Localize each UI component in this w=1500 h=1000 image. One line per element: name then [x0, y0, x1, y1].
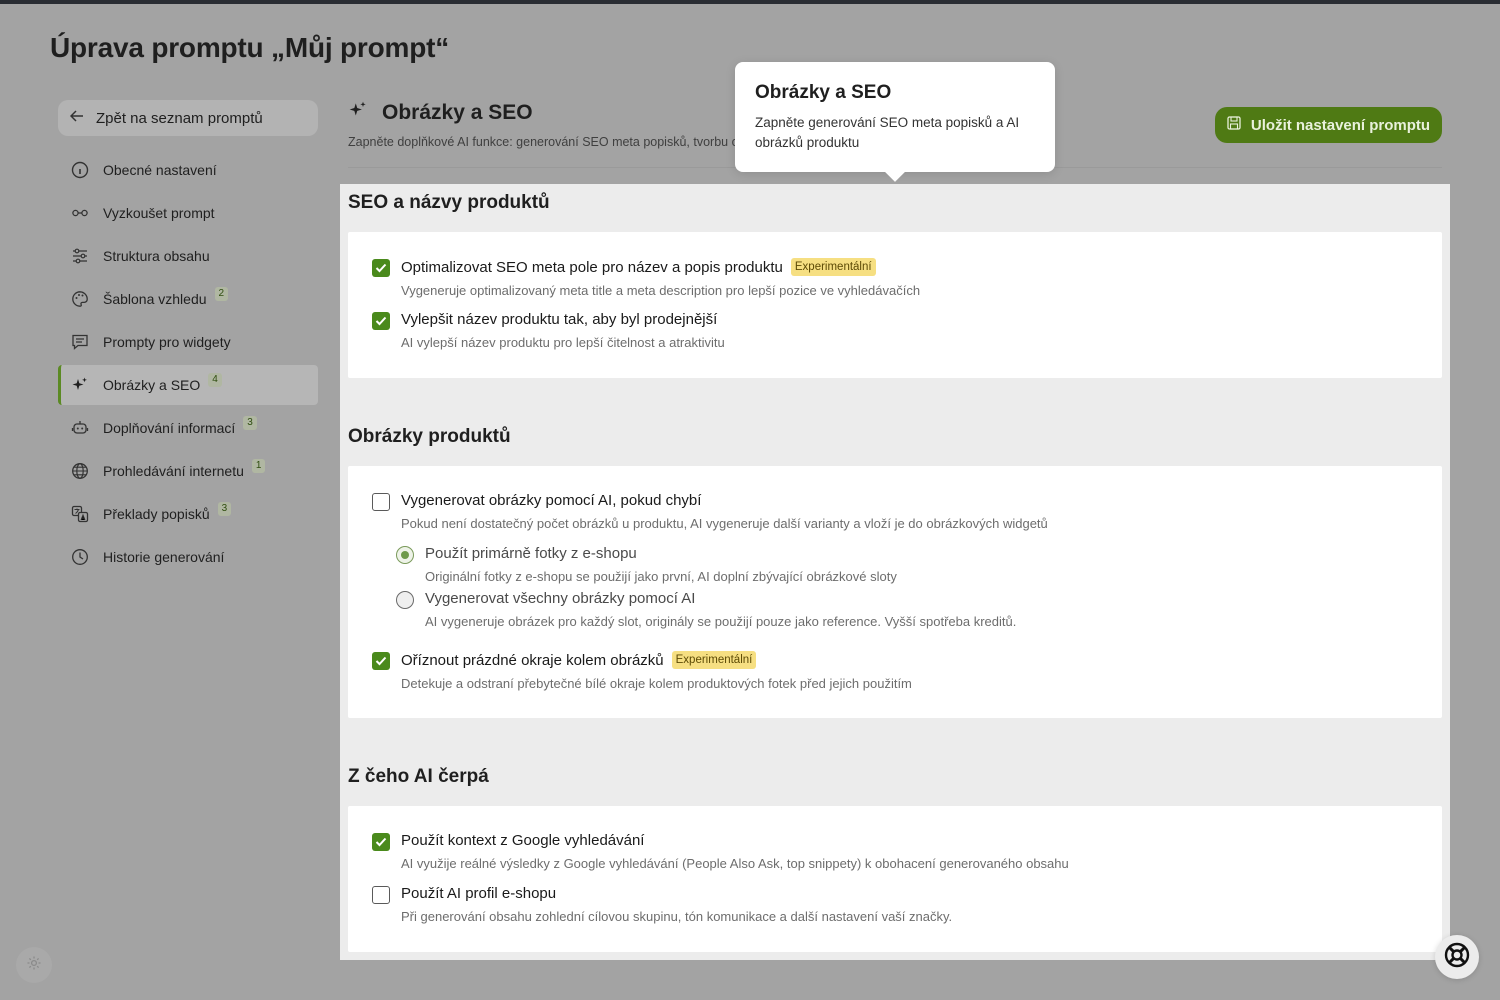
sliders-icon: [70, 246, 90, 266]
sidebar-item-label: Prohledávání internetu: [103, 463, 244, 479]
sidebar-item-web-search[interactable]: Prohledávání internetu 1: [58, 451, 318, 491]
option-label: Použít AI profil e-shopu: [401, 885, 557, 902]
sidebar-item-test[interactable]: Vyzkoušet prompt: [58, 193, 318, 233]
count-badge: 1: [251, 459, 266, 473]
option-label: Použít primárně fotky z e-shopu: [425, 545, 637, 562]
sidebar-item-history[interactable]: Historie generování: [58, 537, 318, 577]
images-card: Vygenerovat obrázky pomocí AI, pokud chy…: [348, 466, 1442, 718]
radio-primary-photos[interactable]: [396, 546, 414, 564]
sidebar-item-translations[interactable]: Překlady popisků 3: [58, 494, 318, 534]
group-title-seo: SEO a názvy produktů: [348, 192, 550, 213]
sidebar-item-label: Obrázky a SEO: [103, 377, 201, 393]
robot-icon: [70, 418, 90, 438]
settings-button[interactable]: [16, 947, 52, 983]
option-description: AI vygeneruje obrázek pro každý slot, or…: [425, 614, 1017, 629]
section-header: Obrázky a SEO Zapněte doplňkové AI funkc…: [348, 100, 743, 150]
option-generate-all: Vygenerovat všechny obrázky pomocí AI AI…: [396, 590, 1016, 629]
option-description: AI využije reálné výsledky z Google vyhl…: [401, 856, 1069, 871]
count-badge: 3: [217, 502, 232, 516]
checkbox-generate-images[interactable]: [372, 493, 390, 511]
back-button-label: Zpět na seznam promptů: [96, 109, 263, 127]
help-button[interactable]: [1435, 935, 1479, 979]
group-title-sources: Z čeho AI čerpá: [348, 766, 489, 787]
option-description: Originální fotky z e-shopu se použijí ja…: [425, 569, 897, 584]
sparkles-icon: [348, 100, 368, 125]
sidebar-item-label: Historie generování: [103, 549, 225, 565]
experimental-badge: Experimentální: [671, 651, 757, 669]
sidebar-item-label: Vyzkoušet prompt: [103, 205, 215, 221]
section-subtitle: Zapněte doplňkové AI funkce: generování …: [348, 135, 743, 149]
chat-icon: [70, 332, 90, 352]
checkbox-trim-borders[interactable]: [372, 652, 390, 670]
seo-card: Optimalizovat SEO meta pole pro název a …: [348, 232, 1442, 378]
back-to-prompts-button[interactable]: Zpět na seznam promptů: [58, 100, 318, 136]
option-label: Oříznout prázdné okraje kolem obrázků: [401, 651, 664, 669]
count-badge: 4: [208, 373, 222, 387]
sparkles-icon: [70, 375, 90, 395]
sidebar-nav: Obecné nastavení Vyzkoušet prompt Strukt…: [58, 150, 318, 580]
gear-icon: [26, 955, 42, 976]
option-label: Vygenerovat všechny obrázky pomocí AI: [425, 590, 696, 607]
tooltip: Obrázky a SEO Zapněte generování SEO met…: [735, 62, 1055, 182]
sidebar-item-label: Šablona vzhledu: [103, 291, 207, 307]
sidebar-item-label: Obecné nastavení: [103, 162, 217, 178]
glasses-icon: [70, 203, 90, 223]
sidebar-item-enrichment[interactable]: Doplňování informací 3: [58, 408, 318, 448]
checkbox-improve-name[interactable]: [372, 312, 390, 330]
option-ai-profile: Použít AI profil e-shopu Při generování …: [372, 885, 952, 924]
option-trim-borders: Oříznout prázdné okraje kolem obrázků Exp…: [372, 651, 912, 691]
option-primary-photos: Použít primárně fotky z e-shopu Originál…: [396, 545, 897, 584]
settings-panel: SEO a názvy produktů Optimalizovat SEO m…: [340, 184, 1450, 960]
sidebar-item-label: Překlady popisků: [103, 506, 210, 522]
option-google-context: Použít kontext z Google vyhledávání AI v…: [372, 832, 1069, 871]
history-icon: [70, 547, 90, 567]
radio-generate-all[interactable]: [396, 591, 414, 609]
sidebar-item-label: Struktura obsahu: [103, 248, 210, 264]
option-label: Vygenerovat obrázky pomocí AI, pokud chy…: [401, 492, 702, 509]
option-description: Pokud není dostatečný počet obrázků u pr…: [401, 516, 1048, 531]
option-label: Použít kontext z Google vyhledávání: [401, 832, 645, 849]
arrow-left-icon: [69, 109, 84, 127]
count-badge: 3: [243, 416, 257, 430]
sidebar-item-widgets[interactable]: Prompty pro widgety: [58, 322, 318, 362]
sources-card: Použít kontext z Google vyhledávání AI v…: [348, 806, 1442, 952]
lifebuoy-icon: [1444, 942, 1470, 973]
sidebar-item-label: Doplňování informací: [103, 420, 236, 436]
tooltip-arrow: [885, 162, 905, 182]
info-icon: [70, 160, 90, 180]
section-title: Obrázky a SEO: [382, 100, 533, 124]
save-button-label: Uložit nastavení promptu: [1250, 116, 1431, 134]
checkbox-seo-meta[interactable]: [372, 259, 390, 277]
checkbox-google-context[interactable]: [372, 833, 390, 851]
option-label: Vylepšit název produktu tak, aby byl pro…: [401, 311, 718, 328]
experimental-badge: Experimentální: [790, 258, 876, 276]
option-generate-images: Vygenerovat obrázky pomocí AI, pokud chy…: [372, 492, 1048, 531]
option-improve-name: Vylepšit název produktu tak, aby byl pro…: [372, 311, 725, 350]
option-description: Vygeneruje optimalizovaný meta title a m…: [401, 283, 921, 298]
tooltip-text: Zapněte generování SEO meta popisků a AI…: [755, 115, 1020, 150]
page-title: Úprava promptu „Můj prompt“: [50, 32, 450, 63]
save-icon: [1227, 116, 1241, 134]
sidebar-item-structure[interactable]: Struktura obsahu: [58, 236, 318, 276]
top-bar: [0, 0, 1500, 4]
option-seo-meta: Optimalizovat SEO meta pole pro název a …: [372, 258, 920, 298]
checkbox-ai-profile[interactable]: [372, 886, 390, 904]
sidebar-item-template[interactable]: Šablona vzhledu 2: [58, 279, 318, 319]
sidebar-item-images-seo[interactable]: Obrázky a SEO 4: [58, 365, 318, 405]
option-label: Optimalizovat SEO meta pole pro název a …: [401, 258, 783, 276]
translate-icon: [70, 504, 90, 524]
sidebar-item-label: Prompty pro widgety: [103, 334, 231, 350]
tooltip-title: Obrázky a SEO: [755, 82, 892, 103]
sidebar-item-general[interactable]: Obecné nastavení: [58, 150, 318, 190]
group-title-images: Obrázky produktů: [348, 426, 511, 447]
count-badge: 2: [214, 287, 229, 301]
option-description: AI vylepší název produktu pro lepší čite…: [401, 335, 725, 350]
option-description: Při generování obsahu zohlední cílovou s…: [401, 909, 953, 924]
globe-icon: [70, 461, 90, 481]
palette-icon: [70, 289, 90, 309]
save-prompt-button[interactable]: Uložit nastavení promptu: [1215, 107, 1442, 143]
option-description: Detekuje a odstraní přebytečné bílé okra…: [401, 676, 912, 691]
